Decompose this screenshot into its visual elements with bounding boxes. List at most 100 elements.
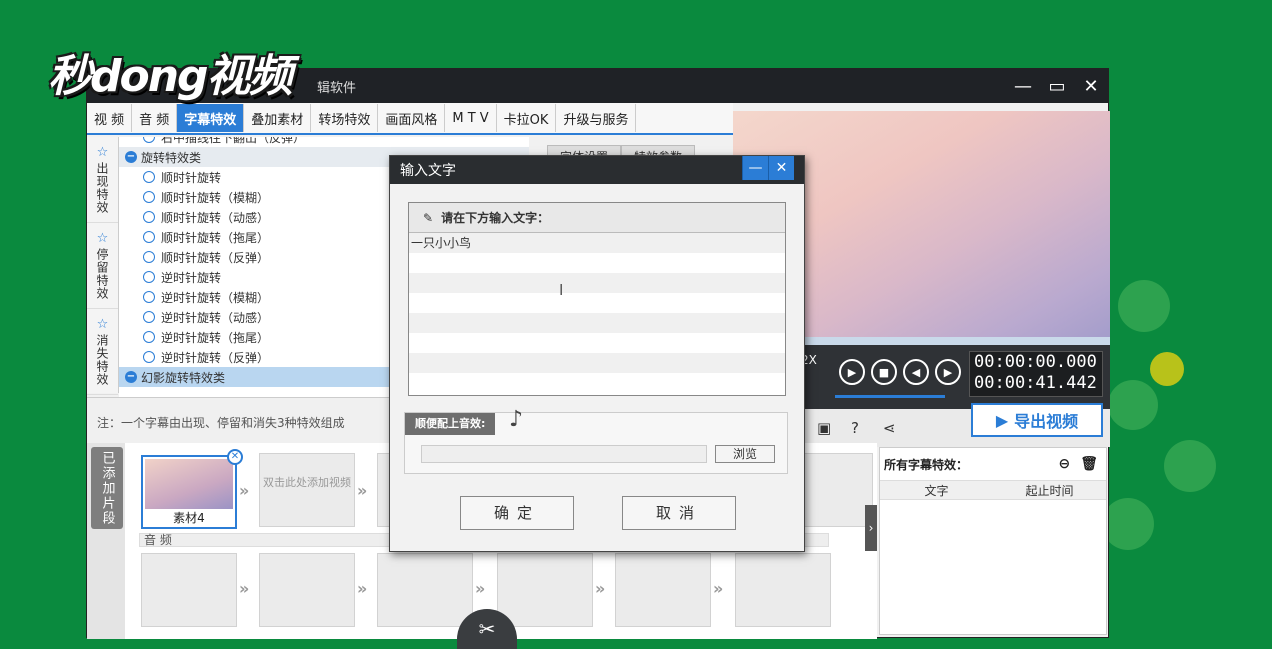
- share-icon[interactable]: ⋖: [883, 419, 896, 437]
- music-note-icon: ♪: [509, 407, 524, 432]
- collapse-icon: −: [125, 371, 137, 383]
- sidetab-disappear[interactable]: ☆ 消失特效: [87, 309, 118, 395]
- effect-side-tabs: ☆ 出现特效 ☆ 停留特效 ☆ 消失特效: [87, 137, 119, 395]
- radio-icon: [143, 171, 155, 183]
- text-line[interactable]: [409, 253, 785, 273]
- main-tabs: 视 频 音 频 字幕特效 叠加素材 转场特效 画面风格 M T V 卡拉OK 升…: [87, 103, 733, 135]
- col-text: 文字: [924, 484, 949, 498]
- sidetab-appear[interactable]: ☆ 出现特效: [87, 137, 118, 223]
- effect-label: 逆时针旋转（反弹）: [161, 350, 270, 365]
- minimize-icon[interactable]: —: [1006, 69, 1040, 103]
- audio-slot[interactable]: [735, 553, 831, 627]
- text-line[interactable]: [409, 293, 785, 313]
- tab-karaoke[interactable]: 卡拉OK: [497, 104, 557, 132]
- close-icon[interactable]: ✕: [1074, 69, 1108, 103]
- remove-clip-icon[interactable]: ✕: [227, 449, 243, 465]
- tab-overlay[interactable]: 叠加素材: [244, 104, 312, 132]
- deco-circle: [1102, 498, 1154, 550]
- play-icon[interactable]: ▶: [839, 359, 865, 385]
- radio-icon: [143, 137, 155, 143]
- clip-caption: 素材4: [173, 511, 205, 525]
- text-line[interactable]: [409, 273, 785, 293]
- effect-label: 逆时针旋转（模糊）: [161, 290, 270, 305]
- radio-icon: [143, 231, 155, 243]
- effect-label: 顺时针旋转（拖尾）: [161, 230, 270, 245]
- sidetab-label: 消失特效: [95, 334, 109, 386]
- volume-slider[interactable]: [835, 395, 945, 398]
- arrow-icon: »: [475, 579, 486, 598]
- save-icon[interactable]: ▣: [817, 419, 831, 437]
- deco-circle: [1118, 280, 1170, 332]
- help-icon[interactable]: ?: [851, 419, 859, 437]
- tab-mtv[interactable]: M T V: [445, 104, 497, 132]
- radio-icon: [143, 191, 155, 203]
- deco-circle: [1150, 352, 1184, 386]
- dialog-controls: — ✕: [742, 156, 794, 180]
- sound-effect-label: 顺便配上音效:: [405, 413, 496, 435]
- radio-icon: [143, 271, 155, 283]
- radio-icon: [143, 251, 155, 263]
- text-line[interactable]: [409, 373, 785, 393]
- deco-circle: [1164, 440, 1216, 492]
- star-icon: ☆: [96, 231, 109, 246]
- audio-slot[interactable]: [377, 553, 473, 627]
- collapse-icon: −: [125, 151, 137, 163]
- arrow-icon: »: [357, 579, 368, 598]
- text-line[interactable]: [409, 353, 785, 373]
- text-line[interactable]: [409, 333, 785, 353]
- tab-transition[interactable]: 转场特效: [311, 104, 379, 132]
- list-item[interactable]: 右中描线往下翻出（反弹）: [119, 137, 529, 147]
- input-text-dialog: 输入文字 — ✕ ✎ 请在下方输入文字： 一只小小鸟 I 顺便配上音效: ♪ 浏览…: [389, 155, 805, 552]
- radio-icon: [143, 311, 155, 323]
- prev-frame-icon[interactable]: ◀: [903, 359, 929, 385]
- cancel-button[interactable]: 取消: [622, 496, 736, 530]
- export-label: 导出视频: [1014, 412, 1079, 431]
- sidetab-label: 停留特效: [95, 248, 109, 300]
- empty-clip-slot[interactable]: 双击此处添加视频: [259, 453, 355, 527]
- audio-slot[interactable]: [497, 553, 593, 627]
- deco-circle: [1108, 380, 1158, 430]
- minimize-icon[interactable]: —: [742, 156, 768, 180]
- star-icon: ☆: [96, 317, 109, 332]
- tab-audio[interactable]: 音 频: [132, 104, 178, 132]
- logo: 秒dong视频: [48, 51, 293, 102]
- sound-effect-box: 顺便配上音效: ♪ 浏览: [404, 407, 788, 474]
- subs-columns: 文字 起止时间: [880, 480, 1106, 500]
- radio-icon: [143, 351, 155, 363]
- radio-icon: [143, 331, 155, 343]
- audio-slot[interactable]: [615, 553, 711, 627]
- browse-button[interactable]: 浏览: [715, 445, 775, 463]
- text-line[interactable]: 一只小小鸟: [409, 233, 785, 253]
- audio-slot[interactable]: [259, 553, 355, 627]
- close-icon[interactable]: ✕: [768, 156, 794, 180]
- arrow-icon: »: [239, 579, 250, 598]
- text-line[interactable]: [409, 313, 785, 333]
- clip-1[interactable]: 素材4 ✕: [141, 449, 243, 529]
- text-cursor-icon: I: [559, 281, 564, 299]
- subs-title: 所有字幕特效： ⊖ 🗑: [880, 448, 1106, 480]
- sidetab-stay[interactable]: ☆ 停留特效: [87, 223, 118, 309]
- trash-icon[interactable]: 🗑: [1080, 456, 1098, 472]
- radio-icon: [143, 211, 155, 223]
- tab-upgrade[interactable]: 升级与服务: [556, 104, 637, 132]
- export-video-button[interactable]: ▶ 导出视频: [971, 403, 1103, 437]
- audio-slot[interactable]: [141, 553, 237, 627]
- arrow-icon: »: [357, 481, 368, 500]
- stop-icon[interactable]: ■: [871, 359, 897, 385]
- added-clips-label: 已添加片段: [91, 447, 123, 529]
- arrow-icon: »: [239, 481, 250, 500]
- tab-subtitle-effects[interactable]: 字幕特效: [177, 104, 245, 132]
- tab-style[interactable]: 画面风格: [378, 104, 446, 132]
- effect-label: 逆时针旋转: [161, 270, 222, 285]
- effect-label: 顺时针旋转（动感）: [161, 210, 270, 225]
- clip-hint: 双击此处添加视频: [263, 476, 351, 489]
- ok-button[interactable]: 确定: [460, 496, 574, 530]
- sound-file-input[interactable]: [421, 445, 707, 463]
- text-input-area[interactable]: ✎ 请在下方输入文字： 一只小小鸟 I: [408, 202, 786, 396]
- next-frame-icon[interactable]: ▶: [935, 359, 961, 385]
- back-icon[interactable]: ⊖: [1058, 456, 1070, 472]
- expand-arrow-icon[interactable]: ›: [865, 505, 877, 551]
- tab-video[interactable]: 视 频: [87, 104, 133, 132]
- export-icon: ▶: [995, 410, 1009, 430]
- maximize-icon[interactable]: ▭: [1040, 69, 1074, 103]
